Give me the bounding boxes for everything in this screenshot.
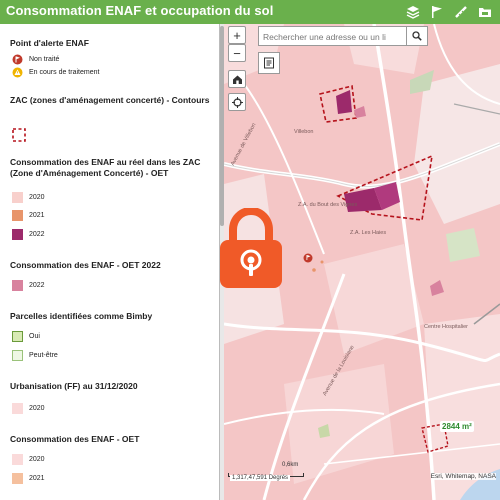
coordinates-readout: 1,317,47,591 Degrés — [230, 475, 291, 481]
legend-swatch — [12, 192, 23, 203]
legend-section-title: Point d'alerte ENAF — [10, 38, 90, 48]
dashed-outline-icon — [12, 128, 26, 142]
home-button[interactable] — [228, 70, 246, 88]
warning-marker-icon — [12, 67, 23, 78]
flag-icon[interactable] — [426, 2, 448, 22]
legend-item-label: 2020 — [29, 405, 45, 412]
legend-item-label: 2021 — [29, 475, 45, 482]
legend-swatch — [12, 210, 23, 221]
list-icon — [264, 57, 274, 69]
legend-swatch — [12, 454, 23, 465]
legend-item-label: 2022 — [29, 282, 45, 289]
map-place-label: Villebon — [294, 129, 314, 135]
map-place-label: Centre Hospitalier — [424, 324, 469, 330]
lock-icon — [216, 206, 286, 295]
home-icon — [232, 75, 242, 84]
legend-swatch — [12, 280, 23, 291]
legend-item-label: 2022 — [29, 231, 45, 238]
map-place-label: Z.A. Les Haies — [350, 230, 387, 236]
legend-swatch — [12, 403, 23, 414]
legend-section-title: Consommation des ENAF - OET — [10, 434, 140, 444]
search-input[interactable] — [263, 29, 403, 45]
legend-item — [12, 128, 26, 142]
locate-button[interactable] — [228, 93, 246, 111]
ruler-icon[interactable] — [450, 2, 472, 22]
crosshair-icon — [231, 96, 243, 108]
legend-item-label: Peut-être — [29, 352, 58, 359]
legend-item-label: Non traité — [29, 56, 60, 63]
header-toolbar — [402, 2, 496, 22]
legend-item: Non traité — [12, 54, 59, 65]
legend-item-label: 2020 — [29, 194, 45, 201]
app-title: Consommation ENAF et occupation du sol — [6, 3, 274, 18]
legend-panel: Point d'alerte ENAF Non traité En cours … — [0, 24, 220, 500]
legend-item: 2020 — [12, 192, 45, 203]
legend-section-title: ZAC (zones d'aménagement concerté) - Con… — [10, 95, 210, 105]
legend-item: En cours de traitement — [12, 67, 99, 78]
legend-section-title: Urbanisation (FF) au 31/12/2020 — [10, 381, 138, 391]
zoom-out-button[interactable]: − — [228, 44, 246, 62]
legend-item: 2022 — [12, 280, 45, 291]
legend-section-title: Consommation des ENAF - OET 2022 — [10, 260, 161, 270]
legend-item: 2020 — [12, 403, 45, 414]
legend-item-label: Oui — [29, 333, 40, 340]
legend-item-label: 2021 — [29, 212, 45, 219]
area-measure-label: 2844 m² — [440, 421, 474, 432]
legend-item: 2021 — [12, 473, 45, 484]
legend-item: 2021 — [12, 210, 45, 221]
app-header: Consommation ENAF et occupation du sol — [0, 0, 500, 24]
legend-swatch — [12, 350, 23, 361]
red-flag-marker-icon — [12, 54, 23, 65]
legend-item: 2020 — [12, 454, 45, 465]
zoom-in-button[interactable]: + — [228, 26, 246, 44]
legend-item: Peut-être — [12, 350, 58, 361]
legend-section-title: Parcelles identifiées comme Bimby — [10, 311, 153, 321]
folder-icon[interactable] — [474, 2, 496, 22]
legend-item: Oui — [12, 331, 40, 342]
legend-swatch — [12, 331, 23, 342]
legend-swatch — [12, 473, 23, 484]
map-attribution[interactable]: Esri, Whitemap, NASA — [430, 473, 496, 480]
legend-item-label: 2020 — [29, 456, 45, 463]
scale-label: 0,6km — [282, 462, 299, 468]
map-footer: 0,6km 1,317,47,591 Degrés Esri, Whitemap… — [226, 462, 496, 485]
legend-item: 2022 — [12, 229, 45, 240]
search-button[interactable] — [406, 27, 427, 45]
legend-swatch — [12, 229, 23, 240]
address-search — [258, 26, 428, 46]
legend-section-title: Consommation des ENAF au réel dans les Z… — [10, 157, 201, 178]
search-icon — [412, 31, 422, 41]
layers-icon[interactable] — [402, 2, 424, 22]
map-list-button[interactable] — [258, 52, 280, 74]
legend-item-label: En cours de traitement — [29, 69, 100, 76]
map-place-label: Z.A. du Bout des Vignes — [298, 202, 358, 208]
